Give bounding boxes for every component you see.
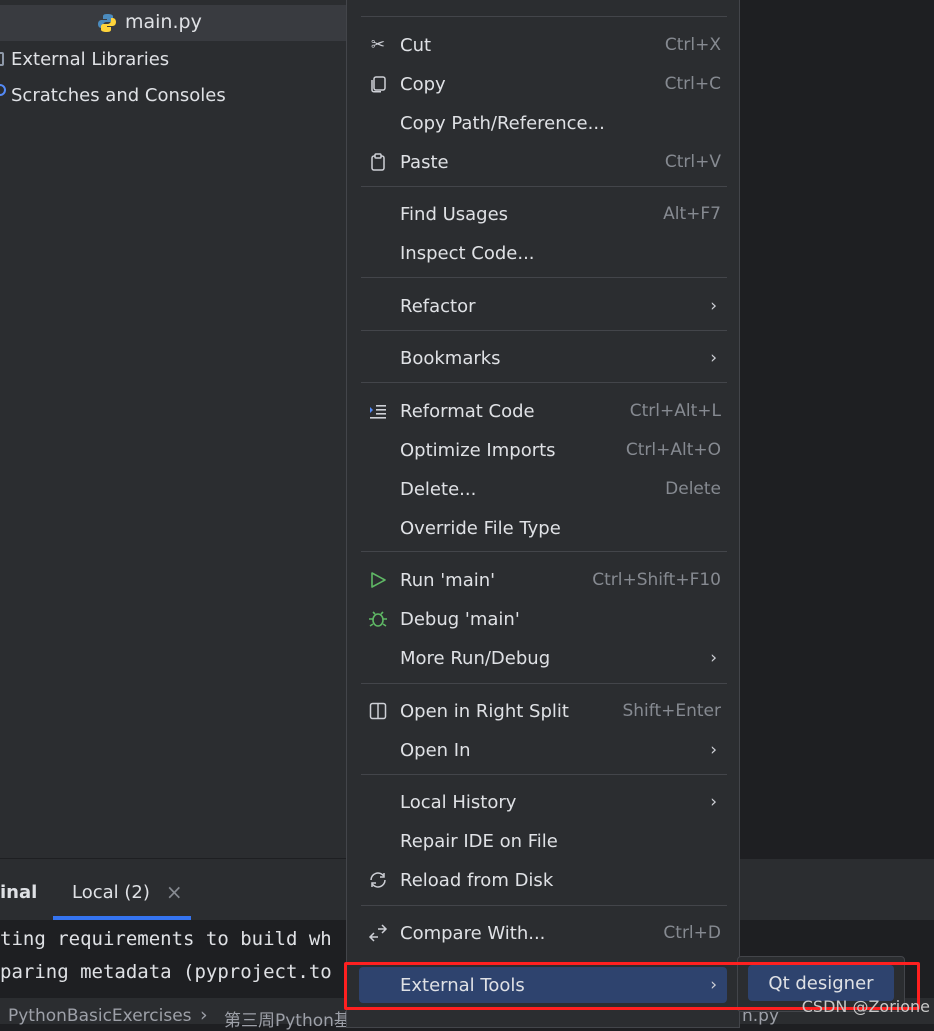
breadcrumb-project[interactable]: PythonBasicExercises [8,1006,192,1026]
menu-item-label: Find Usages [400,203,509,225]
editor-area [741,0,934,858]
tab-label: Local (2) [72,881,150,903]
breadcrumb-folder[interactable]: 第三周Python基 [224,1006,351,1031]
menu-item-label: Override File Type [400,517,561,539]
menu-item-label: Optimize Imports [400,439,556,461]
context-menu: ✂ Cut Ctrl+X Copy Ctrl+C Copy Path/Refer… [346,0,740,1028]
menu-item-reload-from-disk[interactable]: Reload from Disk [359,862,727,898]
menu-item-shortcut: Delete [665,479,721,499]
breadcrumb-separator: › [200,1004,208,1026]
menu-item-reformat-code[interactable]: Reformat Code Ctrl+Alt+L [359,393,727,429]
menu-separator [361,774,727,775]
close-icon[interactable]: × [166,880,183,904]
menu-separator [361,683,727,684]
menu-item-shortcut: Ctrl+D [663,923,721,943]
menu-item-copy[interactable]: Copy Ctrl+C [359,66,727,102]
watermark: CSDN @Zorione [801,997,930,1016]
tree-item-label: main.py [125,11,202,33]
scratches-icon [0,84,6,96]
reformat-icon [367,400,389,422]
menu-item-optimize-imports[interactable]: Optimize Imports Ctrl+Alt+O [359,432,727,468]
menu-item-cut[interactable]: ✂ Cut Ctrl+X [359,27,727,63]
menu-item-label: Debug 'main' [400,608,520,630]
tree-item-label: External Libraries [11,48,170,70]
chevron-right-icon: › [710,792,717,812]
menu-item-find-usages[interactable]: Find Usages Alt+F7 [359,196,727,232]
menu-item-paste[interactable]: Paste Ctrl+V [359,144,727,180]
menu-item-label: Local History [400,791,517,813]
library-icon [0,52,4,66]
menu-separator [361,382,727,383]
menu-item-label: Copy [400,73,446,95]
chevron-right-icon: › [710,296,717,316]
menu-item-inspect-code[interactable]: Inspect Code... [359,235,727,271]
menu-item-label: Repair IDE on File [400,830,558,852]
menu-item-delete[interactable]: Delete... Delete [359,471,727,507]
menu-separator [361,330,727,331]
project-tool-window: main.py External Libraries Scratches and… [0,0,346,858]
chevron-right-icon: › [710,348,717,368]
menu-item-more-run-debug[interactable]: More Run/Debug › [359,640,727,676]
clipboard-icon [367,151,389,173]
menu-item-label: Copy Path/Reference... [400,112,605,134]
debug-icon [367,608,389,630]
terminal-line: paring metadata (pyproject.to [0,961,332,983]
split-icon [367,700,389,722]
chevron-right-icon: › [710,740,717,760]
menu-item-repair-ide[interactable]: Repair IDE on File [359,823,727,859]
menu-separator [361,277,727,278]
menu-item-label: Delete... [400,478,477,500]
menu-item-label: Run 'main' [400,569,496,591]
python-file-icon [97,13,117,33]
menu-separator [361,186,727,187]
tree-item-label: Scratches and Consoles [11,84,226,106]
tab-label: inal [0,881,38,903]
tree-item-main-py[interactable]: main.py [0,5,346,41]
menu-item-copy-path[interactable]: Copy Path/Reference... [359,105,727,141]
tab-terminal[interactable]: inal [0,870,37,914]
menu-item-label: Open In [400,739,471,761]
menu-item-override-file-type[interactable]: Override File Type [359,510,727,546]
menu-item-label: Open in Right Split [400,700,569,722]
terminal-line: ting requirements to build wh [0,928,332,950]
menu-item-shortcut: Ctrl+Shift+F10 [592,570,721,590]
menu-item-label: Reformat Code [400,400,535,422]
menu-item-label: Bookmarks [400,347,501,369]
menu-separator [361,551,727,552]
menu-item-shortcut: Ctrl+Alt+L [629,401,721,421]
menu-item-shortcut: Ctrl+X [664,35,721,55]
menu-item-shortcut: Ctrl+V [664,152,721,172]
menu-item-label: Refactor [400,295,476,317]
menu-item-label: Cut [400,34,432,56]
menu-item-local-history[interactable]: Local History › [359,784,727,820]
menu-item-label: Reload from Disk [400,869,554,891]
menu-item-shortcut: Ctrl+Alt+O [625,440,721,460]
menu-item-open-in[interactable]: Open In › [359,732,727,768]
menu-item-bookmarks[interactable]: Bookmarks › [359,340,727,376]
copy-icon [367,73,389,95]
menu-item-label: More Run/Debug [400,647,551,669]
menu-item-open-right-split[interactable]: Open in Right Split Shift+Enter [359,693,727,729]
menu-item-run-main[interactable]: Run 'main' Ctrl+Shift+F10 [359,562,727,598]
run-icon [367,569,389,591]
menu-separator [361,16,727,17]
menu-item-refactor[interactable]: Refactor › [359,288,727,324]
reload-icon [367,869,389,891]
menu-separator [361,905,727,906]
menu-item-shortcut: Alt+F7 [663,204,721,224]
scissors-icon: ✂ [370,35,386,55]
compare-icon [367,922,389,944]
chevron-right-icon: › [710,648,717,668]
menu-item-shortcut: Ctrl+C [664,74,721,94]
menu-item-debug-main[interactable]: Debug 'main' [359,601,727,637]
menu-item-label: Inspect Code... [400,242,535,264]
tab-local[interactable]: Local (2) × [72,870,183,914]
menu-item-label: Paste [400,151,449,173]
menu-item-shortcut: Shift+Enter [622,701,721,721]
menu-item-label: Compare With... [400,922,546,944]
menu-item-compare-with[interactable]: Compare With... Ctrl+D [359,915,727,951]
